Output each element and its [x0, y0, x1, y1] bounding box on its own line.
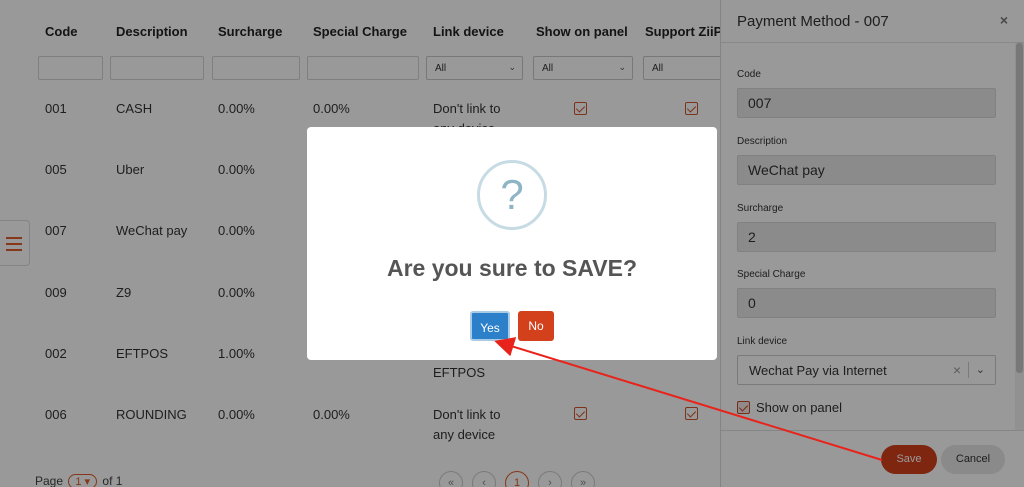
- question-icon: ?: [477, 160, 547, 230]
- no-button[interactable]: No: [518, 311, 554, 341]
- yes-button[interactable]: Yes: [470, 311, 510, 341]
- confirm-dialog: ? Are you sure to SAVE? Yes No: [307, 127, 717, 360]
- dialog-title: Are you sure to SAVE?: [386, 255, 638, 281]
